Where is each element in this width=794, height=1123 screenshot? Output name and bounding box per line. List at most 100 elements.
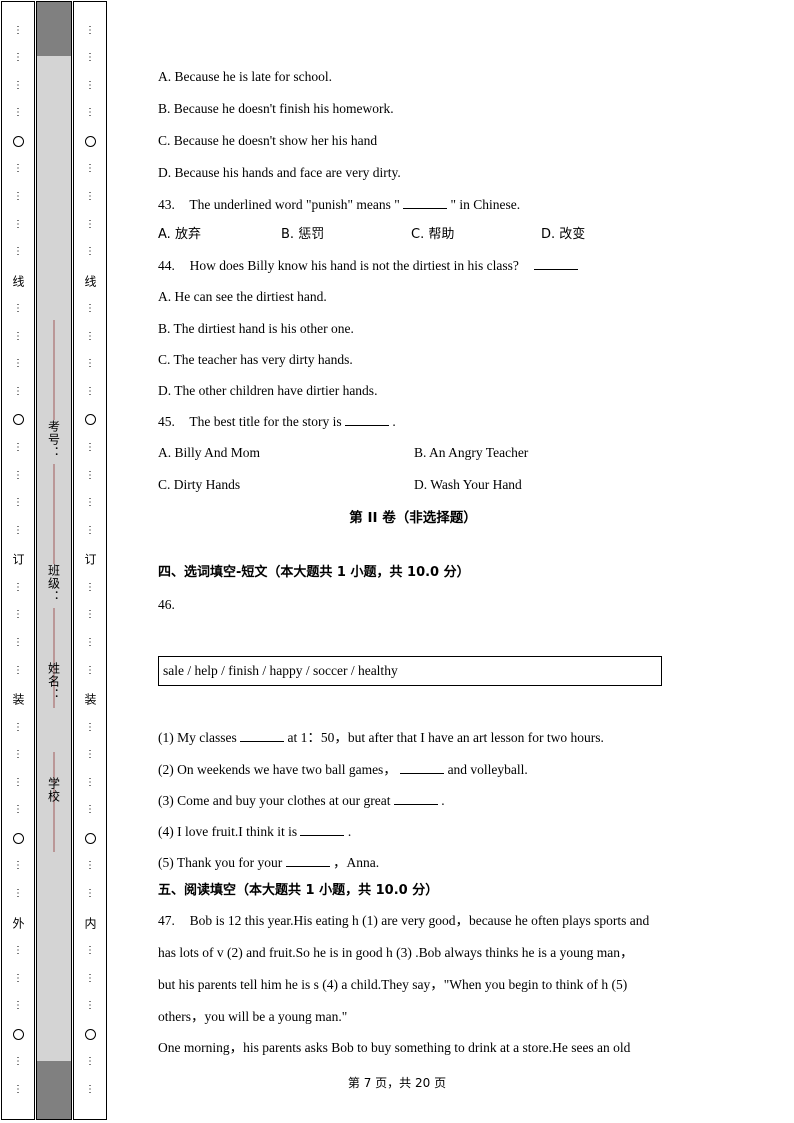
question-number: 44.	[158, 258, 175, 273]
item-text-after: .	[347, 824, 352, 839]
circle-icon	[84, 832, 96, 844]
question-45-stem: 45. The best title for the story is .	[158, 414, 396, 429]
item-text-before: On weekends we have two ball games，	[177, 762, 397, 777]
item-number: (5)	[158, 855, 174, 870]
dot-glyph: ⋮	[13, 442, 23, 453]
answer-blank[interactable]	[300, 824, 345, 836]
seal-mark-staple: 装	[83, 693, 97, 706]
dot-glyph: ⋮	[85, 385, 95, 397]
dot-glyph: ⋮	[13, 804, 23, 816]
option-label: B.	[281, 227, 295, 242]
dot-glyph: ⋮	[85, 888, 95, 899]
option-label: D.	[414, 477, 428, 492]
option-row[interactable]: D. The other children have dirtier hands…	[158, 384, 377, 398]
dot-glyph: ⋮	[13, 218, 23, 230]
item-text-before: My classes	[177, 730, 237, 745]
dot-glyph: ⋮	[85, 52, 95, 64]
dot-glyph: ⋮	[13, 664, 23, 676]
cloze-passage-line: others，you will be a young man."	[158, 1009, 348, 1024]
option-label: B.	[414, 445, 427, 460]
dot-glyph: ⋮	[13, 190, 23, 202]
option-row[interactable]: D. Wash Your Hand	[414, 478, 522, 492]
question-number: 45.	[158, 414, 175, 429]
option-row[interactable]: C. 帮助	[411, 228, 454, 241]
option-text: 帮助	[428, 227, 455, 242]
option-label: A.	[158, 445, 172, 460]
dot-glyph: ⋮	[85, 721, 95, 733]
field-label-school: 学校	[46, 777, 61, 803]
option-row[interactable]: D. Because his hands and face are very d…	[158, 166, 401, 180]
option-row[interactable]: A. Billy And Mom	[158, 446, 260, 460]
item-text-after: .	[441, 793, 445, 808]
dot-glyph: ⋮	[13, 330, 23, 342]
question-text: How does Billy know his hand is not the …	[189, 258, 519, 273]
dot-glyph: ⋮	[85, 442, 95, 453]
answer-blank[interactable]	[240, 730, 285, 742]
option-row[interactable]: C. Dirty Hands	[158, 478, 240, 492]
dot-glyph: ⋮	[85, 776, 95, 788]
dot-glyph: ⋮	[85, 945, 95, 957]
item-text-after: at 1：50，but after that I have an art les…	[287, 730, 604, 745]
dot-glyph: ⋮	[85, 107, 95, 119]
dot-glyph: ⋮	[13, 24, 23, 36]
answer-blank[interactable]	[533, 258, 578, 270]
dot-glyph: ⋮	[85, 469, 95, 481]
option-text: 改变	[559, 227, 586, 242]
option-row[interactable]: B. An Angry Teacher	[414, 446, 528, 460]
answer-blank[interactable]	[403, 197, 448, 209]
dot-glyph: ⋮	[85, 190, 95, 202]
answer-blank[interactable]	[393, 793, 438, 805]
sealing-marks-right: ⋮ ⋮ ⋮ ⋮ ⋮ ⋮ ⋮ ⋮ 线 ⋮ ⋮ ⋮ ⋮ ⋮ ⋮ ⋮ ⋮ 订 ⋮ ⋮ …	[74, 2, 106, 1119]
dot-glyph: ⋮	[85, 1056, 95, 1068]
option-text: 放弃	[174, 227, 201, 242]
field-label-name: 姓名：	[46, 662, 61, 701]
option-label: B.	[158, 101, 171, 116]
option-text: The teacher has very dirty hands.	[173, 352, 353, 367]
dot-glyph: ⋮	[13, 246, 23, 258]
page-footer: 第 7 页，共 20 页	[347, 1076, 447, 1090]
option-label: C.	[158, 133, 171, 148]
option-label: C.	[411, 227, 425, 242]
option-text: An Angry Teacher	[429, 445, 529, 460]
sealing-band-cap-top	[37, 2, 71, 56]
dot-glyph: ⋮	[85, 330, 95, 342]
item-number: (2)	[158, 762, 174, 777]
item-text-before: Thank you for your	[176, 855, 283, 870]
option-row[interactable]: D. 改变	[541, 228, 585, 241]
seal-mark-line: 线	[83, 274, 97, 287]
answer-blank[interactable]	[400, 762, 445, 774]
circle-icon	[12, 414, 24, 426]
option-text: Dirty Hands	[173, 477, 241, 492]
word-bank-box: sale / help / finish / happy / soccer / …	[158, 656, 662, 686]
item-text-after: and volleyball.	[447, 762, 528, 777]
fill-item: (3) Come and buy your clothes at our gre…	[158, 793, 445, 808]
option-text: Wash Your Hand	[430, 477, 522, 492]
dot-glyph: ⋮	[13, 385, 23, 397]
dot-glyph: ⋮	[85, 609, 95, 621]
answer-blank[interactable]	[344, 414, 389, 426]
option-row[interactable]: C. Because he doesn't show her his hand	[158, 134, 377, 148]
item-number: (4)	[158, 824, 174, 839]
option-row[interactable]: A. Because he is late for school.	[158, 70, 332, 84]
option-row[interactable]: B. The dirtiest hand is his other one.	[158, 322, 354, 336]
item-number: (1)	[158, 730, 174, 745]
option-row[interactable]: B. Because he doesn't finish his homewor…	[158, 102, 394, 116]
option-row[interactable]: C. The teacher has very dirty hands.	[158, 353, 353, 367]
option-label: A.	[158, 227, 171, 242]
option-row[interactable]: A. He can see the dirtiest hand.	[158, 290, 327, 304]
passage-text: Bob is 12 this year.His eating h (1) are…	[189, 913, 650, 928]
item-number: (3)	[158, 793, 174, 808]
option-row[interactable]: B. 惩罚	[281, 228, 324, 241]
answer-blank[interactable]	[285, 855, 330, 867]
option-row[interactable]: A. 放弃	[158, 228, 201, 241]
field-label-exam-number: 考号：	[46, 420, 61, 459]
fill-item: (4) I love fruit.I think it is .	[158, 824, 351, 839]
option-text: Billy And Mom	[174, 445, 261, 460]
dot-glyph: ⋮	[85, 163, 95, 175]
option-text: 惩罚	[298, 227, 325, 242]
seal-mark-staple: 装	[11, 693, 25, 706]
dot-glyph: ⋮	[13, 163, 23, 175]
question-43-stem: 43. The underlined word "punish" means "…	[158, 197, 520, 212]
dot-glyph: ⋮	[85, 497, 95, 509]
option-label: D.	[158, 165, 172, 180]
